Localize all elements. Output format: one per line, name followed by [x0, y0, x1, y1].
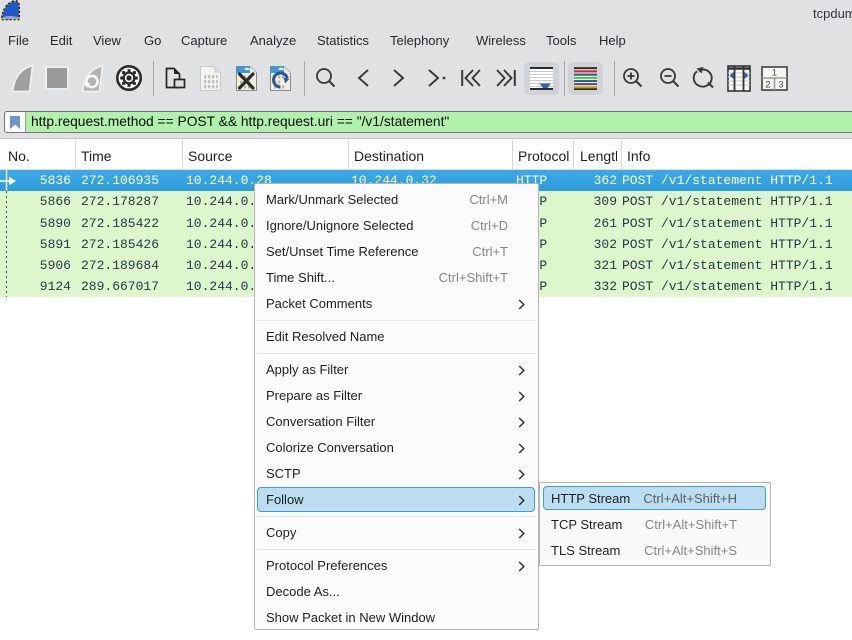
svg-text:3: 3 [778, 80, 783, 90]
svg-text:2: 2 [765, 80, 770, 90]
svg-text:1: 1 [772, 68, 777, 78]
